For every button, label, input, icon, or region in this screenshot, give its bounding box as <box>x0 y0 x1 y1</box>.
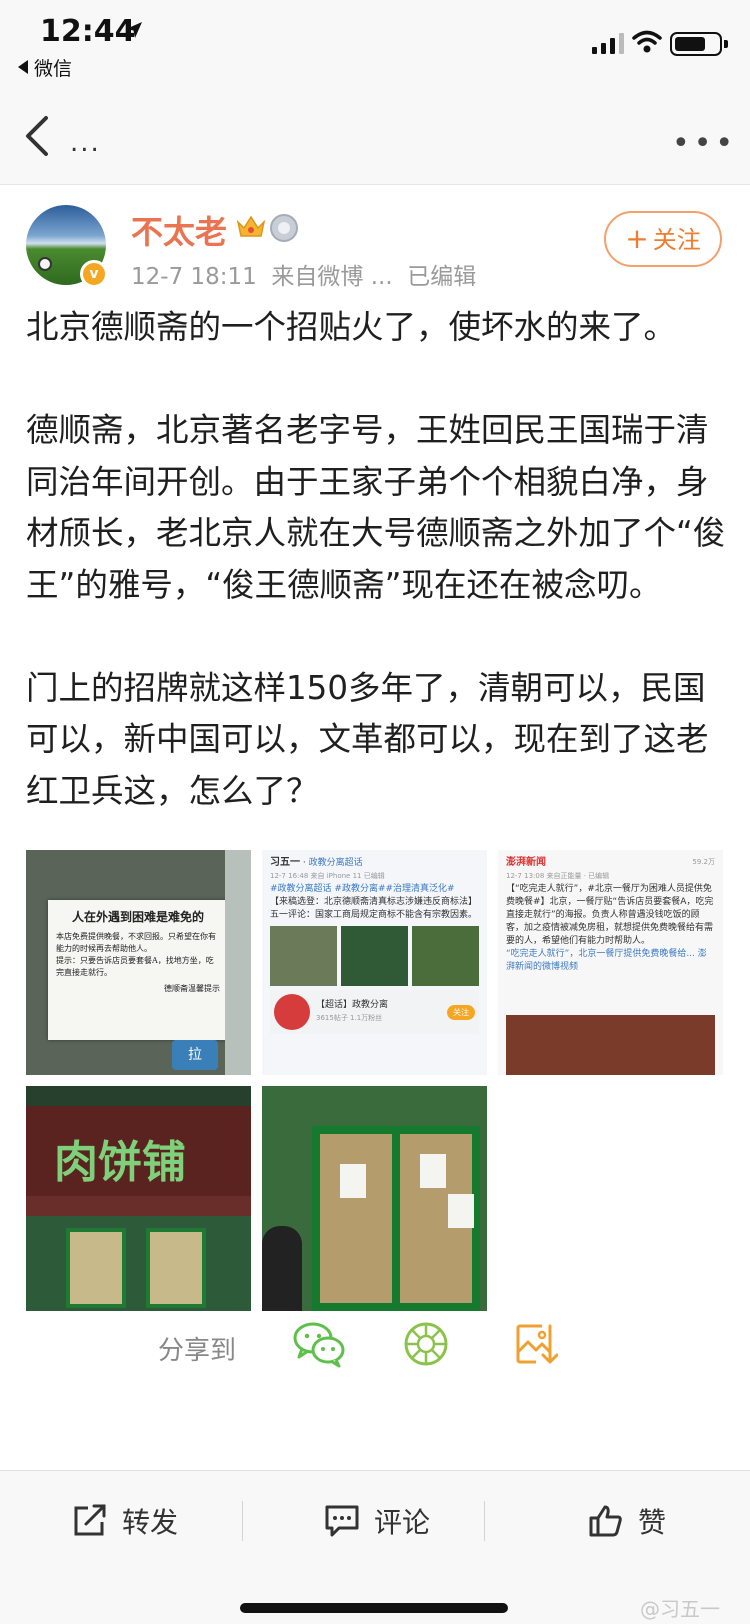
like-button[interactable]: 赞 <box>588 1491 666 1551</box>
mini-card-avatar <box>274 994 310 1030</box>
action-bar: 转发 评论 赞 @习五一 <box>0 1470 750 1624</box>
more-options-button[interactable]: ••• <box>672 126 737 161</box>
door-edge <box>225 850 251 1075</box>
divider <box>484 1501 485 1541</box>
image-weibo-screenshot-1[interactable]: 习五一 · 政教分离超话 12-7 16:48 来自 iPhone 11 已编辑… <box>262 850 487 1075</box>
comment-button[interactable]: 评论 <box>324 1491 430 1551</box>
mini-card: 【超话】政教分离 3615帖子 1.1万粉丝 关注 <box>270 990 479 1034</box>
mini-user: 习五一 <box>270 857 300 868</box>
back-to-app-link[interactable]: 微信 <box>18 54 72 81</box>
mini-pics <box>270 926 479 986</box>
like-label: 赞 <box>638 1506 667 1539</box>
verified-badge-icon: v <box>80 260 108 288</box>
mini-link: “吃完走人就行”，北京一餐厅提供免费晚餐给... 澎湃新闻的微博视频 <box>506 949 707 972</box>
door-divider <box>392 1134 400 1303</box>
post-paragraph: 北京德顺斋的一个招贴火了，使坏水的来了。 <box>26 308 677 346</box>
image-notice-poster[interactable]: 人在外遇到困难是难免的 本店免费提供晚餐，不求回报。只希望在你有能力的时候再去帮… <box>26 850 251 1075</box>
post-source: 来自微博 ... <box>271 264 393 290</box>
notice-paper: 人在外遇到困难是难免的 本店免费提供晚餐，不求回报。只希望在你有能力的时候再去帮… <box>48 900 228 1040</box>
green-door <box>312 1126 480 1311</box>
follow-button[interactable]: + 关注 <box>604 211 722 267</box>
mini-card-sub: 3615帖子 1.1万粉丝 <box>316 1014 383 1022</box>
wechat-icon[interactable] <box>292 1320 346 1368</box>
username[interactable]: 不太老 <box>131 207 227 253</box>
image-shop-sign[interactable]: 肉饼铺 <box>26 1086 251 1311</box>
divider <box>242 1501 243 1541</box>
notice-hint: 提示：只要告诉店员要套餐A，找地方坐，吃完直接走就行。 <box>56 956 214 977</box>
comment-label: 评论 <box>374 1506 431 1539</box>
door-pane <box>66 1228 126 1308</box>
mini-time: 12-7 13:08 来自正能量 · 已编辑 <box>506 872 610 880</box>
door-notice <box>420 1154 446 1188</box>
post-meta: 12-7 18:11 来自微博 ... 已编辑 <box>131 257 476 291</box>
wifi-icon <box>632 30 662 53</box>
save-image-icon[interactable] <box>514 1322 558 1366</box>
mini-time: 12-7 16:48 来自 iPhone 11 已编辑 <box>270 872 385 880</box>
mini-tag-head: 政教分离超话 <box>308 858 363 868</box>
mini-post: 习五一 · 政教分离超话 12-7 16:48 来自 iPhone 11 已编辑… <box>262 850 487 1075</box>
medal-icon <box>270 214 298 242</box>
repost-button[interactable]: 转发 <box>72 1491 178 1551</box>
edited-label: 已编辑 <box>407 264 477 290</box>
mini-post: 澎湃新闻 59.2万 12-7 13:08 来自正能量 · 已编辑 【“吃完走人… <box>498 850 723 1075</box>
post-paragraph: 德顺斋，北京著名老字号，王姓回民王国瑞于清同治年间开创。由于王家子弟个个相貌白净… <box>26 411 726 604</box>
mini-card-follow: 关注 <box>447 1004 475 1020</box>
mini-card-title: 【超话】政教分离 <box>316 1000 389 1010</box>
clock: 12:44 <box>40 14 136 49</box>
back-chevron-icon[interactable] <box>22 114 52 158</box>
shop-sign-text: 肉饼铺 <box>54 1137 186 1188</box>
back-triangle-icon <box>18 60 28 74</box>
shop-door <box>26 1216 251 1311</box>
cellular-signal-icon <box>592 33 624 54</box>
weibo-watermark: @习五一 <box>640 1597 720 1621</box>
door-notice <box>340 1164 366 1198</box>
back-app-label: 微信 <box>34 58 73 80</box>
image-weibo-screenshot-2[interactable]: 澎湃新闻 59.2万 12-7 13:08 来自正能量 · 已编辑 【“吃完走人… <box>498 850 723 1075</box>
door-pull-sign: 拉 <box>172 1040 218 1070</box>
battery-icon <box>670 32 728 56</box>
repost-label: 转发 <box>122 1506 179 1539</box>
thumbs-up-icon <box>589 1505 622 1537</box>
image-shop-door[interactable] <box>262 1086 487 1311</box>
mini-video-strip <box>506 1015 715 1075</box>
mini-user: 澎湃新闻 <box>506 857 546 868</box>
share-label: 分享到 <box>158 1336 237 1366</box>
comment-icon <box>325 1505 359 1537</box>
location-arrow-icon <box>126 22 142 38</box>
status-bar: 12:44 微信 <box>0 0 750 90</box>
plus-icon: + <box>625 222 649 255</box>
door-pane <box>146 1228 206 1308</box>
post-paragraph: 门上的招牌就这样150多年了，清朝可以，民国可以，新中国可以，文革都可以，现在到… <box>26 668 709 810</box>
post-timestamp: 12-7 18:11 <box>131 264 257 290</box>
mini-text: 【来稿选登：北京德顺斋清真标志涉嫌违反商标法】五一评论：国家工商局规定商标不能含… <box>270 897 478 920</box>
mini-count: 59.2万 <box>692 858 715 866</box>
notice-sign: 德顺斋温馨提示 <box>164 984 220 993</box>
shop-strip <box>26 1196 251 1216</box>
crown-icon <box>236 215 266 237</box>
mini-tags: #政教分离超话 #政教分离##治理清真泛化# <box>270 884 455 894</box>
door-notice <box>448 1194 474 1228</box>
person-figure <box>262 1226 302 1311</box>
nav-title-ellipsis: ... <box>70 128 101 158</box>
notice-title: 人在外遇到困难是难免的 <box>71 910 204 924</box>
home-indicator[interactable] <box>240 1603 508 1613</box>
repost-icon <box>74 1504 106 1536</box>
post-body: 北京德顺斋的一个招贴火了，使坏水的来了。 德顺斋，北京著名老字号，王姓回民王国瑞… <box>26 302 726 817</box>
follow-label: 关注 <box>652 226 701 254</box>
nav-bar: ... ••• <box>0 90 750 185</box>
shop-signboard: 肉饼铺 <box>26 1106 251 1196</box>
share-row: 分享到 <box>0 1320 750 1380</box>
mini-text: 【“吃完走人就行”，#北京一餐厅为困难人员提供免费晚餐#】北京，一餐厅贴“告诉店… <box>506 884 714 946</box>
moments-icon[interactable] <box>402 1320 450 1368</box>
notice-body: 本店免费提供晚餐，不求回报。只希望在你有能力的时候再去帮助他人。 <box>56 932 216 953</box>
